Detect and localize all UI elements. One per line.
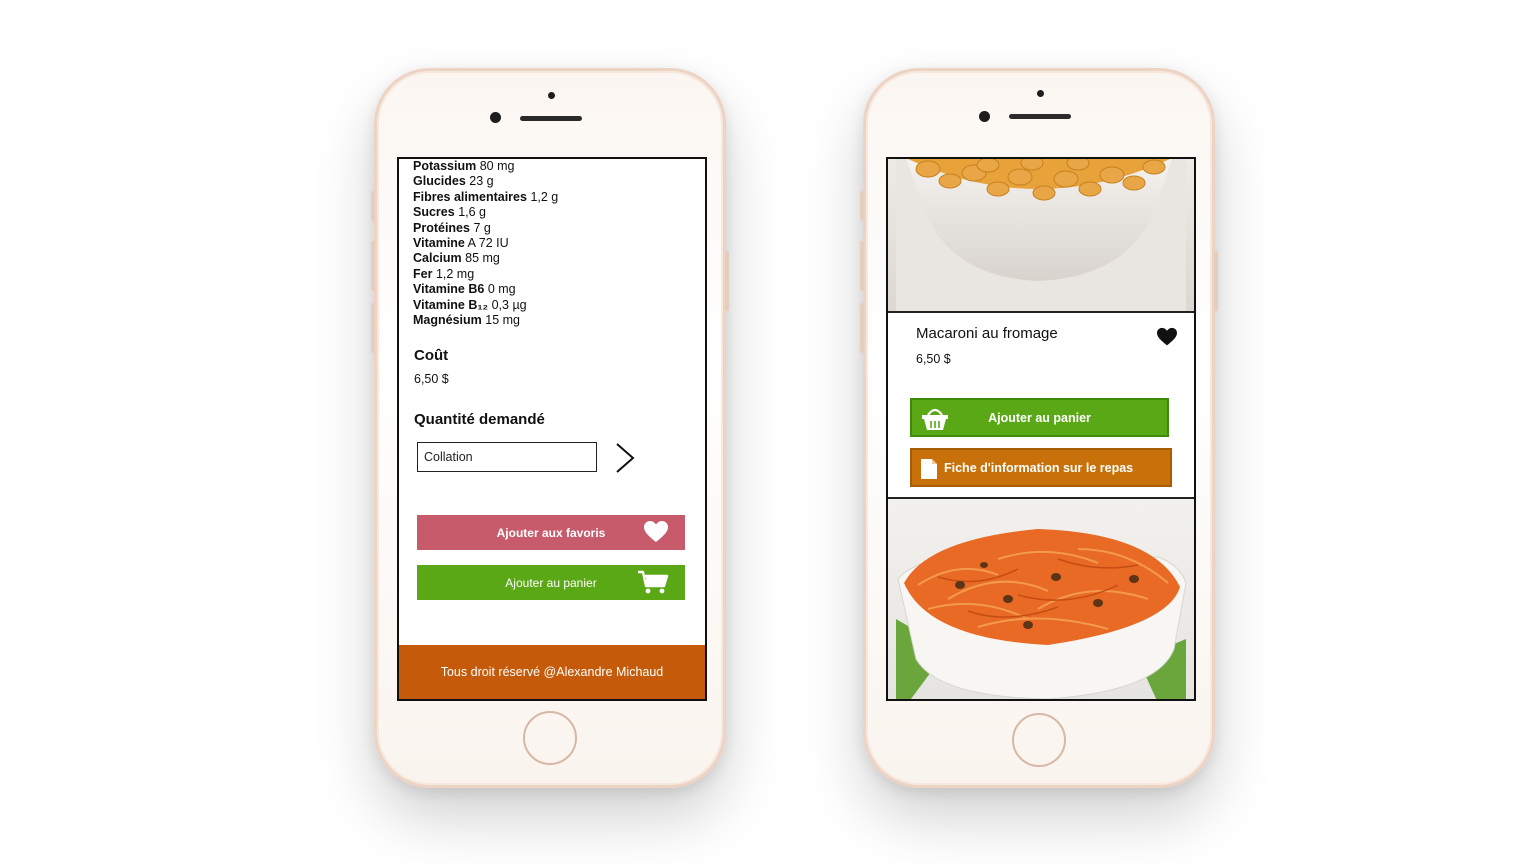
nutrition-row: Magnésium 15 mg xyxy=(413,313,520,328)
screen-left: Potassium 80 mg Glucides 23 g Fibres ali… xyxy=(397,157,707,701)
sensor xyxy=(1037,90,1044,97)
earpiece-speaker xyxy=(520,116,582,121)
nutrition-row: Fer 1,2 mg xyxy=(413,266,475,281)
add-to-cart-button[interactable]: Ajouter au panier xyxy=(910,398,1169,437)
nutrition-list: Potassium 80 mg Glucides 23 g Fibres ali… xyxy=(413,159,558,328)
nutrition-row: Vitamine B6 0 mg xyxy=(413,282,516,297)
home-button[interactable] xyxy=(523,711,577,765)
cost-title: Coût xyxy=(414,347,449,364)
footer-text: Tous droit réservé @Alexandre Michaud xyxy=(440,665,664,679)
nutrition-row: Potassium 80 mg xyxy=(413,159,515,173)
nutrition-row: Sucres 1,6 g xyxy=(413,205,486,220)
front-camera xyxy=(979,111,990,122)
nutrition-row: Protéines 7 g xyxy=(413,220,491,235)
quantity-field[interactable]: Collation xyxy=(417,442,597,472)
heart-icon[interactable] xyxy=(1156,327,1178,347)
screen-right: Macaroni au fromage 6,50 $ Ajouter au pa… xyxy=(886,157,1196,701)
nutrition-row: Vitamine A 72 IU xyxy=(413,236,509,251)
quantity-title: Quantité demandé xyxy=(414,411,545,428)
earpiece-speaker xyxy=(1009,114,1071,119)
phone-left: Potassium 80 mg Glucides 23 g Fibres ali… xyxy=(371,68,729,788)
add-to-cart-label: Ajouter au panier xyxy=(988,410,1091,425)
volume-up-button xyxy=(371,241,375,291)
phone-right: Macaroni au fromage 6,50 $ Ajouter au pa… xyxy=(860,68,1218,788)
mute-switch xyxy=(860,191,864,221)
footer: Tous droit réservé @Alexandre Michaud xyxy=(399,645,705,699)
add-to-favorites-button[interactable]: Ajouter aux favoris xyxy=(417,515,685,550)
volume-down-button xyxy=(860,303,864,353)
volume-down-button xyxy=(371,303,375,353)
meal-name: Macaroni au fromage xyxy=(916,325,1058,342)
power-button xyxy=(725,251,729,311)
nutrition-row: Vitamine B₁₂ 0,3 µg xyxy=(413,297,527,312)
chevron-right-icon[interactable] xyxy=(613,441,637,475)
meal-info-button[interactable]: Fiche d'information sur le repas xyxy=(910,448,1172,487)
meal-price: 6,50 $ xyxy=(916,352,951,366)
meal-info-label: Fiche d'information sur le repas xyxy=(944,460,1134,475)
carrot-salad-image[interactable] xyxy=(888,499,1194,701)
cart-icon xyxy=(638,570,669,594)
divider xyxy=(888,311,1194,313)
power-button xyxy=(1214,251,1218,311)
add-to-cart-button[interactable]: Ajouter au panier xyxy=(417,565,685,600)
cost-value: 6,50 $ xyxy=(414,372,449,386)
nutrition-row: Glucides 23 g xyxy=(413,174,494,189)
nutrition-row: Calcium 85 mg xyxy=(413,251,500,266)
document-icon xyxy=(921,459,937,479)
macaroni-image[interactable] xyxy=(888,159,1194,311)
heart-icon xyxy=(644,521,668,542)
mute-switch xyxy=(371,191,375,221)
add-to-favorites-label: Ajouter aux favoris xyxy=(496,525,606,540)
sensor xyxy=(548,92,555,99)
front-camera xyxy=(490,112,501,123)
home-button[interactable] xyxy=(1012,713,1066,767)
add-to-cart-label: Ajouter au panier xyxy=(505,575,597,590)
nutrition-row: Fibres alimentaires 1,2 g xyxy=(413,189,559,204)
basket-icon xyxy=(922,408,948,430)
volume-up-button xyxy=(860,241,864,291)
